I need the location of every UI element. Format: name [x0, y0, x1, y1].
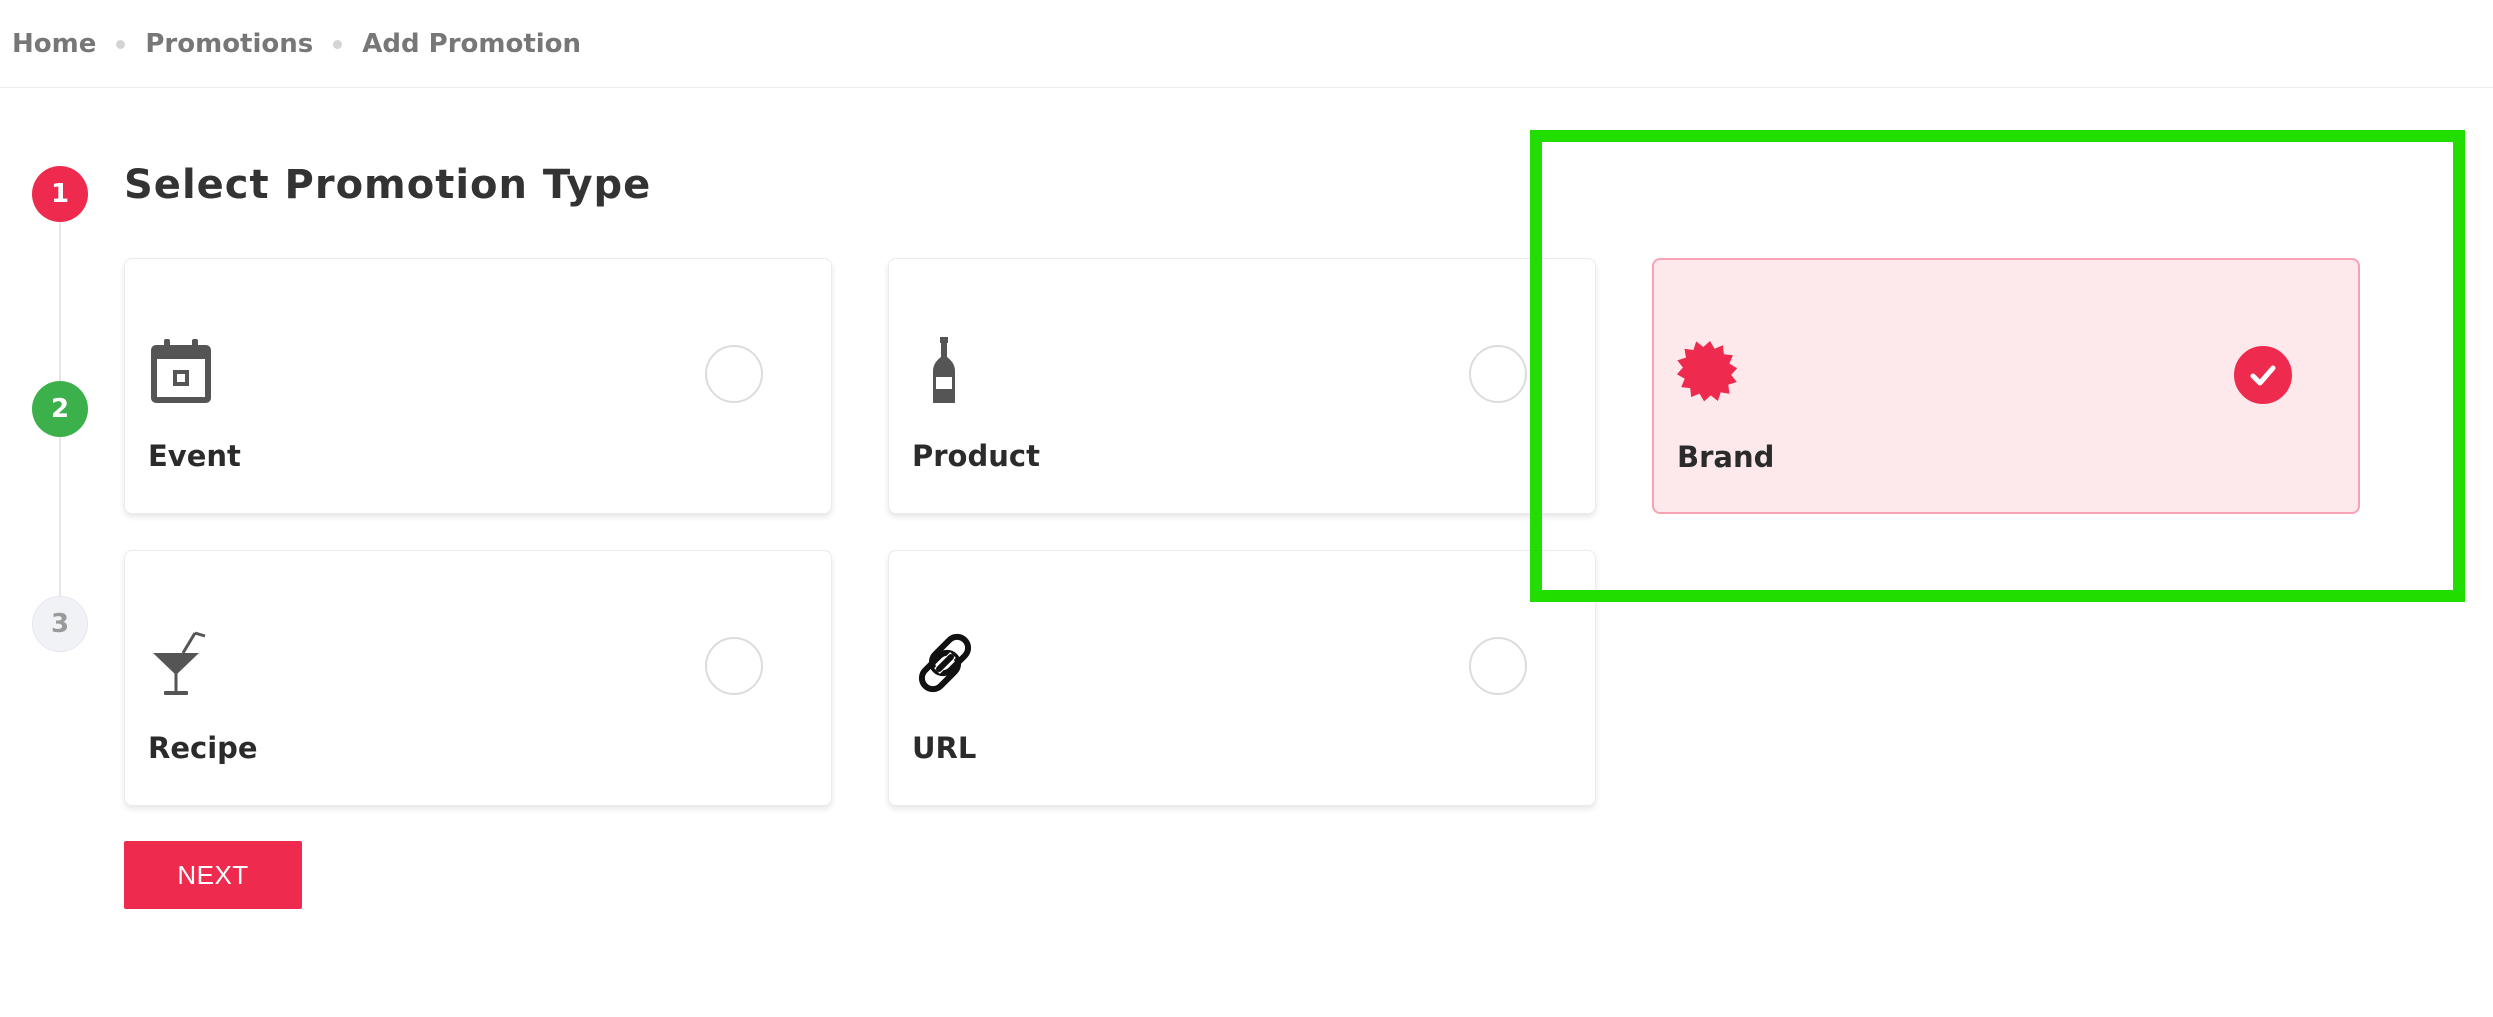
calendar-icon [147, 337, 215, 405]
add-promotion-page: Home Promotions Add Promotion 1 2 3 Sele… [0, 0, 2493, 1017]
promotion-type-card-brand[interactable]: Brand [1652, 258, 2360, 514]
breadcrumb-promotions[interactable]: Promotions [145, 29, 313, 59]
promotion-type-label: Product [912, 439, 1040, 473]
breadcrumb-separator [333, 39, 343, 49]
promotion-type-card-product[interactable]: Product [888, 258, 1596, 514]
promotion-type-card-event[interactable]: Event [124, 258, 832, 514]
header-divider [0, 87, 2493, 88]
cocktail-glass-icon [147, 629, 215, 697]
promotion-type-radio[interactable] [705, 345, 763, 403]
starburst-badge-icon [1676, 338, 1744, 406]
promotion-type-label: URL [912, 731, 977, 765]
next-button[interactable]: NEXT [124, 841, 302, 909]
breadcrumb-home[interactable]: Home [12, 29, 96, 59]
promotion-type-radio[interactable] [1469, 637, 1527, 695]
breadcrumb-add-promotion: Add Promotion [362, 29, 582, 59]
promotion-type-label: Event [148, 439, 241, 473]
promotion-type-radio-checked[interactable] [2234, 346, 2292, 404]
bottle-icon [911, 337, 979, 405]
step-3-indicator: 3 [32, 596, 88, 652]
promotion-type-label: Recipe [148, 731, 258, 765]
promotion-type-radio[interactable] [1469, 345, 1527, 403]
checkmark-icon [2250, 365, 2276, 386]
promotion-type-radio[interactable] [705, 637, 763, 695]
promotion-type-card-recipe[interactable]: Recipe [124, 550, 832, 806]
breadcrumb-separator [116, 39, 126, 49]
section-title: Select Promotion Type [124, 162, 652, 208]
step-1-indicator: 1 [32, 166, 88, 222]
breadcrumb: Home Promotions Add Promotion [12, 24, 581, 64]
promotion-type-label: Brand [1677, 440, 1775, 474]
promotion-type-card-url[interactable]: URL [888, 550, 1596, 806]
step-2-indicator: 2 [32, 381, 88, 437]
link-icon [911, 629, 979, 697]
